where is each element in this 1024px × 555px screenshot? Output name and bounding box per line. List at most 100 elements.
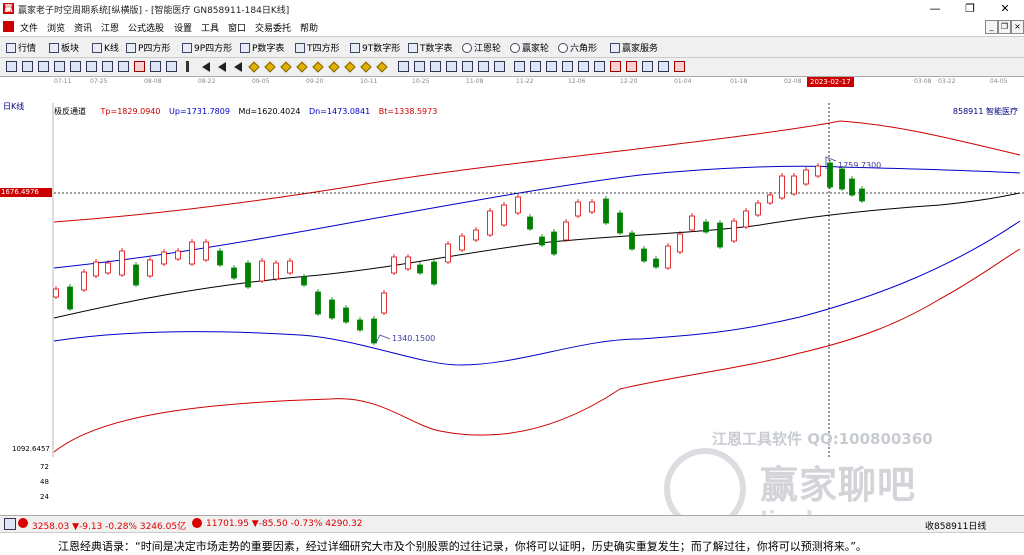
status-grid-icon[interactable] xyxy=(4,518,16,530)
kline-chart[interactable]: 1759.7300 1340.1500 xyxy=(0,103,1024,457)
draw-tool-21-icon[interactable] xyxy=(344,61,356,73)
stock-info: 858911 智能医疗 xyxy=(953,106,1018,117)
draw-tool-9-icon[interactable] xyxy=(150,61,161,72)
draw-tool-30-icon[interactable] xyxy=(494,61,505,72)
draw-tool-28-icon[interactable] xyxy=(462,61,473,72)
draw-tool-18-icon[interactable] xyxy=(296,61,308,73)
draw-tool-33-icon[interactable] xyxy=(546,61,557,72)
draw-tool-11-icon[interactable] xyxy=(186,61,189,72)
draw-tool-4-icon[interactable] xyxy=(70,61,81,72)
low-annotation: 1340.1500 xyxy=(392,334,435,343)
tb-hexagon[interactable]: 六角形 xyxy=(558,41,597,54)
menu-news[interactable]: 资讯 xyxy=(74,21,92,34)
draw-tool-13-icon[interactable] xyxy=(218,62,226,72)
draw-tool-41-icon[interactable] xyxy=(674,61,685,72)
tb-gann-wheel[interactable]: 江恩轮 xyxy=(462,41,501,54)
draw-tool-20-icon[interactable] xyxy=(328,61,340,73)
draw-tool-23-icon[interactable] xyxy=(376,61,388,73)
tb-t-table[interactable]: T数字表 xyxy=(408,41,453,54)
minimize-button[interactable]: — xyxy=(918,0,952,18)
menu-help[interactable]: 帮助 xyxy=(300,21,318,34)
draw-tool-39-icon[interactable] xyxy=(642,61,653,72)
draw-tool-32-icon[interactable] xyxy=(530,61,541,72)
draw-tool-12-icon[interactable] xyxy=(202,62,210,72)
current-price-flag: 1676.4976 xyxy=(0,188,52,197)
tb-sector[interactable]: 板块 xyxy=(49,41,79,54)
candle-body-down xyxy=(629,232,635,250)
tb-service[interactable]: 赢家服务 xyxy=(610,41,658,54)
tb-t-square[interactable]: T四方形 xyxy=(295,41,340,54)
candle-body-up xyxy=(665,245,671,269)
draw-tool-37-icon[interactable] xyxy=(610,61,621,72)
date-tick-04-05: 04-05 xyxy=(990,78,1008,85)
draw-tool-34-icon[interactable] xyxy=(562,61,573,72)
menu-tools[interactable]: 工具 xyxy=(201,21,219,34)
draw-tool-7-icon[interactable] xyxy=(118,61,129,72)
draw-tool-1-icon[interactable] xyxy=(22,61,33,72)
draw-tool-15-icon[interactable] xyxy=(248,61,260,73)
maximize-button[interactable]: ❐ xyxy=(953,0,987,18)
candle-body-up xyxy=(779,175,785,199)
menu-window[interactable]: 窗口 xyxy=(228,21,246,34)
t-table-icon xyxy=(408,42,418,53)
mdi-minimize-button[interactable]: _ xyxy=(985,20,998,34)
candle-body-up xyxy=(677,233,683,253)
draw-tool-0-icon[interactable] xyxy=(6,61,17,72)
candle-body-down xyxy=(417,264,423,274)
draw-tool-22-icon[interactable] xyxy=(360,61,372,73)
sz-index-quote[interactable]: 11701.95 ▼-85.50 -0.73% 4290.32 xyxy=(206,519,363,529)
tb-p-square[interactable]: P四方形 xyxy=(126,41,170,54)
draw-tool-19-icon[interactable] xyxy=(312,61,324,73)
candle-body-down xyxy=(617,212,623,234)
window-title: 赢家老子时空周期系统[纵横版] - [智能医疗 GN858911-184日K线] xyxy=(18,6,290,16)
menu-trade[interactable]: 交易委托 xyxy=(255,21,291,34)
sh-index-quote[interactable]: 3258.03 ▼-9.13 -0.28% 3246.05亿 xyxy=(32,519,186,532)
date-tick-01-04: 01-04 xyxy=(674,78,692,85)
draw-tool-10-icon[interactable] xyxy=(166,61,177,72)
menu-gann[interactable]: 江恩 xyxy=(101,21,119,34)
draw-tool-16-icon[interactable] xyxy=(264,61,276,73)
tb-kline[interactable]: K线 xyxy=(92,41,119,54)
draw-tool-36-icon[interactable] xyxy=(594,61,605,72)
indicator-up: Up=1731.7809 xyxy=(169,107,230,116)
draw-tool-17-icon[interactable] xyxy=(280,61,292,73)
tb-winner-wheel[interactable]: 赢家轮 xyxy=(510,41,549,54)
tb-quotes[interactable]: 行情 xyxy=(6,41,36,54)
draw-tool-27-icon[interactable] xyxy=(446,61,457,72)
draw-tool-38-icon[interactable] xyxy=(626,61,637,72)
draw-tool-5-icon[interactable] xyxy=(86,61,97,72)
draw-tool-8-icon[interactable] xyxy=(134,61,145,72)
draw-tool-40-icon[interactable] xyxy=(658,61,669,72)
tb-9t[interactable]: 9T数字形 xyxy=(350,41,400,54)
indicator-bt: Bt=1338.5973 xyxy=(378,107,438,116)
grid-icon xyxy=(6,42,16,53)
mdi-close-button[interactable]: × xyxy=(1011,20,1024,34)
draw-tool-29-icon[interactable] xyxy=(478,61,489,72)
date-tick-08-08: 08-08 xyxy=(144,78,162,85)
candle-body-up xyxy=(381,292,387,314)
date-tick-08-22: 08-22 xyxy=(198,78,216,85)
draw-tool-31-icon[interactable] xyxy=(514,61,525,72)
tb-9p-square[interactable]: 9P四方形 xyxy=(182,41,232,54)
draw-tool-26-icon[interactable] xyxy=(430,61,441,72)
draw-tool-14-icon[interactable] xyxy=(234,62,242,72)
mdi-restore-button[interactable]: ❐ xyxy=(998,20,1011,34)
candle-body-up xyxy=(161,251,167,265)
candle-body-down xyxy=(301,276,307,286)
menu-logo-icon xyxy=(3,21,14,32)
draw-tool-25-icon[interactable] xyxy=(414,61,425,72)
menu-formula[interactable]: 公式选股 xyxy=(128,21,164,34)
close-button[interactable]: ✕ xyxy=(988,0,1022,18)
stock-name: 智能医疗 xyxy=(986,107,1018,116)
menu-browse[interactable]: 浏览 xyxy=(47,21,65,34)
menu-settings[interactable]: 设置 xyxy=(174,21,192,34)
candle-body-up xyxy=(273,262,279,280)
draw-tool-35-icon[interactable] xyxy=(578,61,589,72)
draw-tool-6-icon[interactable] xyxy=(102,61,113,72)
draw-tool-24-icon[interactable] xyxy=(398,61,409,72)
draw-tool-3-icon[interactable] xyxy=(54,61,65,72)
app-icon: 赢 xyxy=(3,3,14,14)
draw-tool-2-icon[interactable] xyxy=(38,61,49,72)
menu-file[interactable]: 文件 xyxy=(20,21,38,34)
tb-p-table[interactable]: P数字表 xyxy=(240,41,284,54)
